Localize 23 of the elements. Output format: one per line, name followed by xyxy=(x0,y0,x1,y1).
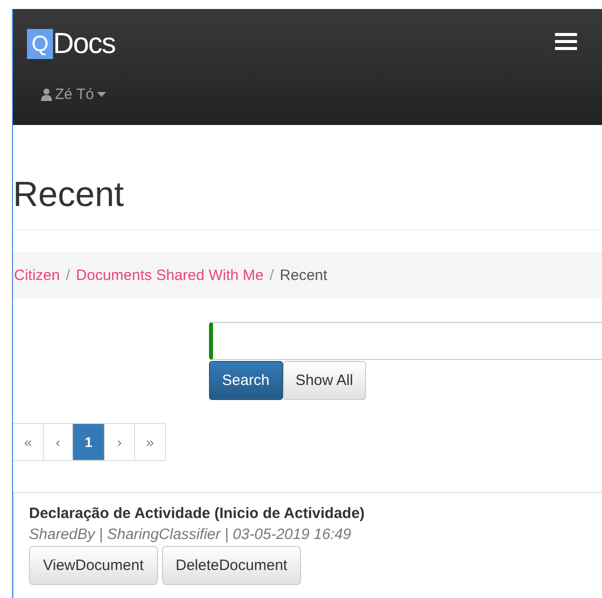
search-field[interactable] xyxy=(209,322,602,360)
logo-mark[interactable]: Q xyxy=(27,29,53,59)
pagination-item[interactable]: ‹ xyxy=(43,423,73,461)
logo-text[interactable]: Docs xyxy=(53,28,116,60)
page-title: Recent xyxy=(13,175,600,230)
document-meta: SharedBy | SharingClassifier | 03-05-2019 16:49 xyxy=(29,526,352,543)
caret-icon xyxy=(96,92,106,97)
pagination-item[interactable]: › xyxy=(104,423,135,461)
pagination-item[interactable]: 1 xyxy=(72,423,105,461)
breadcrumb-separator: / xyxy=(268,266,275,284)
breadcrumb-current: Recent xyxy=(280,266,328,284)
view-button[interactable]: ViewDocument xyxy=(29,546,158,585)
breadcrumb-link[interactable]: Documents Shared With Me xyxy=(76,266,264,284)
pagination-item[interactable]: « xyxy=(13,423,44,461)
search-button[interactable]: Search xyxy=(209,361,283,400)
pagination-item[interactable]: » xyxy=(134,423,166,461)
user-icon xyxy=(41,88,52,101)
breadcrumb-link[interactable]: Citizen xyxy=(14,266,60,284)
user-menu[interactable]: Zé Tó xyxy=(41,86,106,103)
show-all-button[interactable]: Show All xyxy=(282,361,366,400)
delete-button[interactable]: DeleteDocument xyxy=(162,546,302,585)
document-title: Declaração de Actividade (Inicio de Actividade) xyxy=(29,505,366,522)
breadcrumb-separator: / xyxy=(64,266,72,284)
